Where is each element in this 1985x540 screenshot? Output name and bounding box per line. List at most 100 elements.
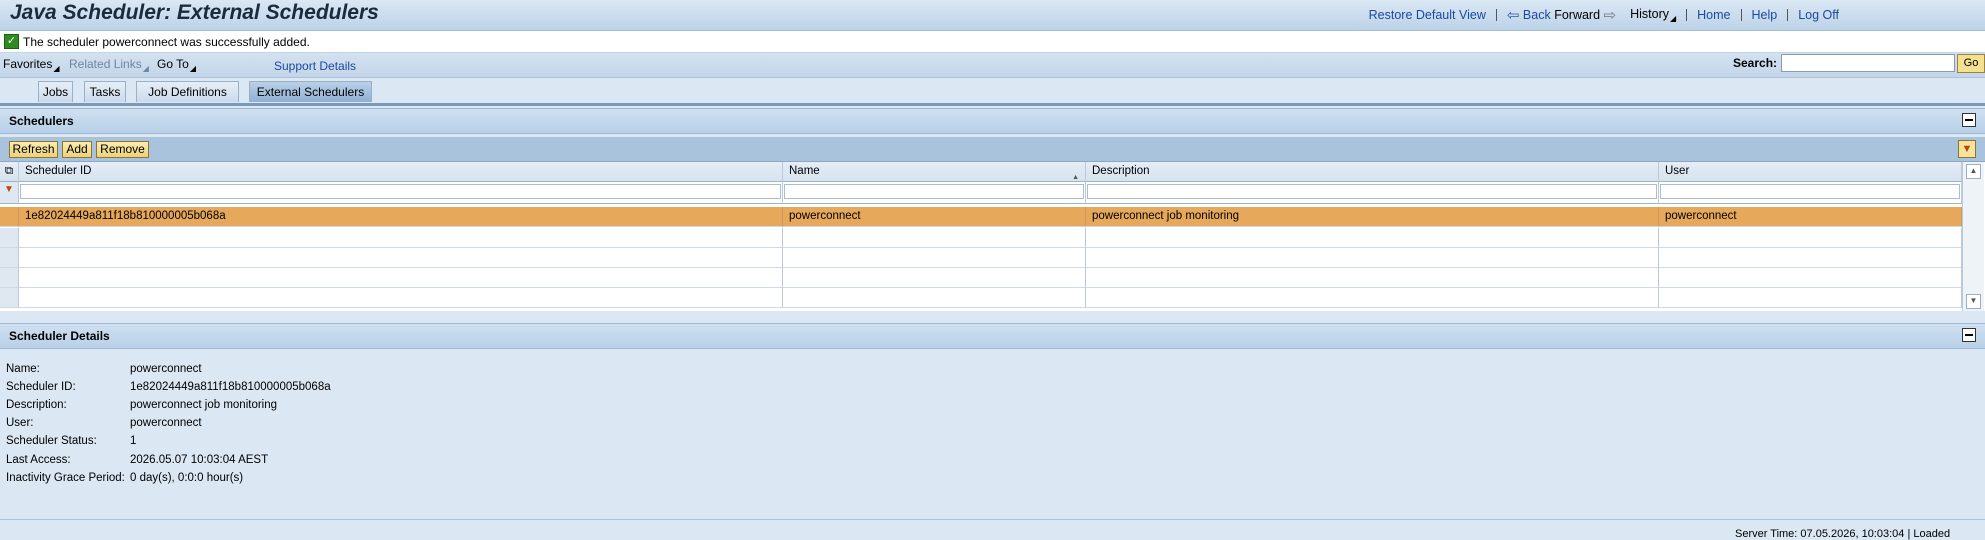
detail-value-scheduler-id: 1e82024449a811f18b810000005b068a [130,381,331,393]
row-selector[interactable] [0,268,19,288]
filter-cell-scheduler-id [19,182,783,204]
support-details-link[interactable]: Support Details [274,59,356,73]
collapse-details-icon[interactable] [1962,328,1976,342]
search-label: Search: [1733,56,1778,70]
cell-user: powerconnect [1659,207,1962,227]
back-link[interactable]: Back [1523,8,1551,22]
empty-cell [783,268,1086,288]
filter-input-name[interactable] [784,184,1084,199]
detail-label-description: Description: [6,399,67,411]
column-header-scheduler-id[interactable]: Scheduler ID [19,162,783,182]
empty-cell [19,268,783,288]
filter-cell-description [1086,182,1659,204]
row-selector[interactable] [0,228,19,248]
dropdown-triangle-icon: ◢ [1670,14,1677,23]
dropdown-triangle-icon: ◢ [53,64,60,73]
forward-arrow-icon[interactable]: ⇨ [1604,6,1617,24]
top-navigation: Restore Default View ⇦ Back Forward ⇨ Hi… [1369,0,1985,30]
column-header-description[interactable]: Description [1086,162,1659,182]
tab-external-schedulers[interactable]: External Schedulers [249,81,372,102]
filter-toggle-icon[interactable]: ▼ [1958,140,1976,158]
column-header-user[interactable]: User [1659,162,1962,182]
go-to-label: Go To [157,57,189,71]
related-links-label: Related Links [69,57,142,71]
detail-value-name: powerconnect [130,363,202,375]
schedulers-panel-header: Schedulers [0,108,1985,134]
schedulers-toolbar: Refresh Add Remove ▼ [0,137,1985,162]
filter-input-scheduler-id[interactable] [20,184,781,199]
log-off-link[interactable]: Log Off [1798,8,1839,22]
help-link[interactable]: Help [1752,8,1778,22]
empty-cell [1086,268,1659,288]
empty-cell [1659,268,1962,288]
add-button[interactable]: Add [62,141,92,158]
dropdown-triangle-icon: ◢ [142,64,149,73]
schedulers-table: ⧉ Scheduler ID Name ▲ Description User ▼ … [0,162,1985,311]
sort-ascending-icon: ▲ [1072,174,1079,181]
details-panel-header: Scheduler Details [0,323,1985,349]
success-message: The scheduler powerconnect was successfu… [23,35,310,49]
favorites-menu[interactable]: Favorites◢ [3,57,60,73]
success-check-icon: ✓ [4,34,19,49]
favorites-label: Favorites [3,57,53,71]
row-selector[interactable] [0,288,19,308]
search-input[interactable] [1781,54,1955,72]
empty-cell [783,228,1086,248]
detail-label-user: User: [6,417,34,429]
collapse-schedulers-icon[interactable] [1962,113,1976,127]
detail-value-status: 1 [130,435,137,447]
home-link[interactable]: Home [1697,8,1730,22]
server-time: Server Time: 07.05.2026, 10:03:04 | Load… [1735,528,1951,540]
related-links-menu[interactable]: Related Links◢ [69,57,149,73]
detail-value-last-access: 2026.05.07 10:03:04 AEST [130,454,269,466]
tab-job-definitions[interactable]: Job Definitions [136,81,239,102]
history-label: History [1630,7,1669,21]
empty-cell [783,248,1086,268]
empty-cell [19,248,783,268]
title-bar: Java Scheduler: External Schedulers Rest… [0,0,1985,31]
forward-link[interactable]: Forward [1554,8,1600,22]
row-selector[interactable] [0,248,19,268]
tab-jobs[interactable]: Jobs [38,81,73,102]
row-selector[interactable] [0,207,19,227]
menu-bar: Favorites◢ Related Links◢ Go To◢ Support… [0,53,1985,78]
empty-cell [1659,248,1962,268]
detail-label-name: Name: [6,363,40,375]
separator [1686,9,1688,21]
empty-cell [1086,288,1659,308]
scroll-down-icon[interactable]: ▼ [1966,294,1981,309]
cell-scheduler-id: 1e82024449a811f18b810000005b068a [19,207,783,227]
filter-cell-user [1659,182,1962,204]
detail-value-description: powerconnect job monitoring [130,399,278,411]
back-arrow-icon[interactable]: ⇦ [1507,6,1520,24]
filter-input-description[interactable] [1087,184,1657,199]
tab-strip: Jobs Tasks Job Definitions External Sche… [0,78,1985,106]
refresh-button[interactable]: Refresh [9,141,58,158]
cell-name: powerconnect [783,207,1086,227]
table-scrollbar[interactable]: ▲ ▼ [1962,162,1984,311]
separator [1495,9,1497,21]
go-button[interactable]: Go [1957,54,1985,73]
remove-button[interactable]: Remove [96,141,149,158]
details-panel-title: Scheduler Details [9,329,110,343]
scroll-up-icon[interactable]: ▲ [1966,164,1981,179]
filter-row-icon[interactable]: ▼ [0,182,19,204]
tab-tasks[interactable]: Tasks [84,81,126,102]
page-title: Java Scheduler: External Schedulers [10,1,379,24]
empty-cell [1659,228,1962,248]
column-header-name[interactable]: Name ▲ [783,162,1086,182]
detail-label-grace-period: Inactivity Grace Period: [6,472,125,484]
go-to-menu[interactable]: Go To◢ [157,57,196,73]
column-header-name-label: Name [789,165,820,177]
scheduler-details: Name: powerconnect Scheduler ID: 1e82024… [0,351,1985,520]
empty-cell [19,228,783,248]
separator [1787,9,1789,21]
detail-label-status: Scheduler Status: [6,435,97,447]
column-settings-icon[interactable]: ⧉ [0,162,19,182]
message-bar: ✓ The scheduler powerconnect was success… [0,31,1985,53]
restore-default-view-link[interactable]: Restore Default View [1369,8,1486,22]
filter-input-user[interactable] [1660,184,1960,199]
separator [1740,9,1742,21]
empty-cell [19,288,783,308]
history-menu[interactable]: History◢ [1630,7,1676,23]
